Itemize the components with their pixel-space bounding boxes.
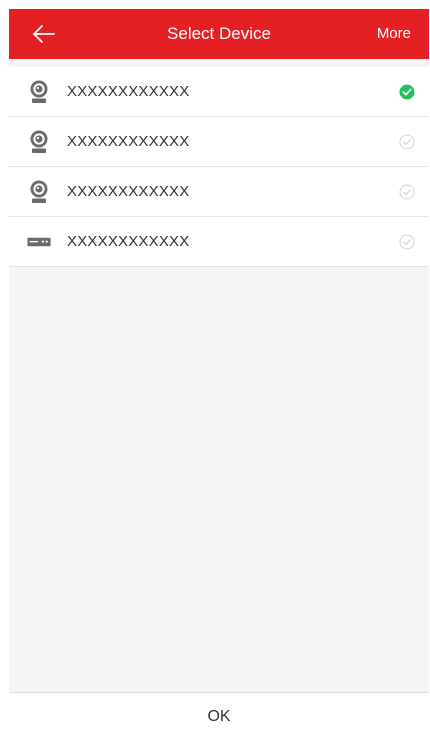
footer-bar: OK	[9, 692, 429, 740]
device-name: XXXXXXXXXXXX	[67, 233, 190, 250]
checkmark-unselected-icon	[399, 234, 415, 250]
device-name: XXXXXXXXXXXX	[67, 133, 190, 150]
app-frame: Select Device More XXXXXXXXXXXX XXXXXXXX…	[9, 9, 429, 740]
device-row[interactable]: XXXXXXXXXXXX	[9, 117, 429, 167]
device-list: XXXXXXXXXXXX XXXXXXXXXXXX XXXXXXXXXXXX X…	[9, 67, 429, 267]
device-name: XXXXXXXXXXXX	[67, 183, 190, 200]
device-name: XXXXXXXXXXXX	[67, 83, 190, 100]
device-row[interactable]: XXXXXXXXXXXX	[9, 67, 429, 117]
arrow-left-icon	[33, 25, 55, 43]
header-bar: Select Device More	[9, 9, 429, 59]
back-button[interactable]	[27, 19, 61, 49]
checkmark-selected-icon	[399, 84, 415, 100]
device-row[interactable]: XXXXXXXXXXXX	[9, 167, 429, 217]
nvr-recorder-icon	[27, 230, 51, 254]
camera-icon	[27, 80, 51, 104]
page-title: Select Device	[167, 24, 271, 43]
checkmark-unselected-icon	[399, 134, 415, 150]
checkmark-unselected-icon	[399, 184, 415, 200]
camera-icon	[27, 180, 51, 204]
camera-icon	[27, 130, 51, 154]
more-button[interactable]: More	[377, 9, 411, 59]
device-row[interactable]: XXXXXXXXXXXX	[9, 217, 429, 267]
ok-button[interactable]: OK	[9, 693, 429, 740]
